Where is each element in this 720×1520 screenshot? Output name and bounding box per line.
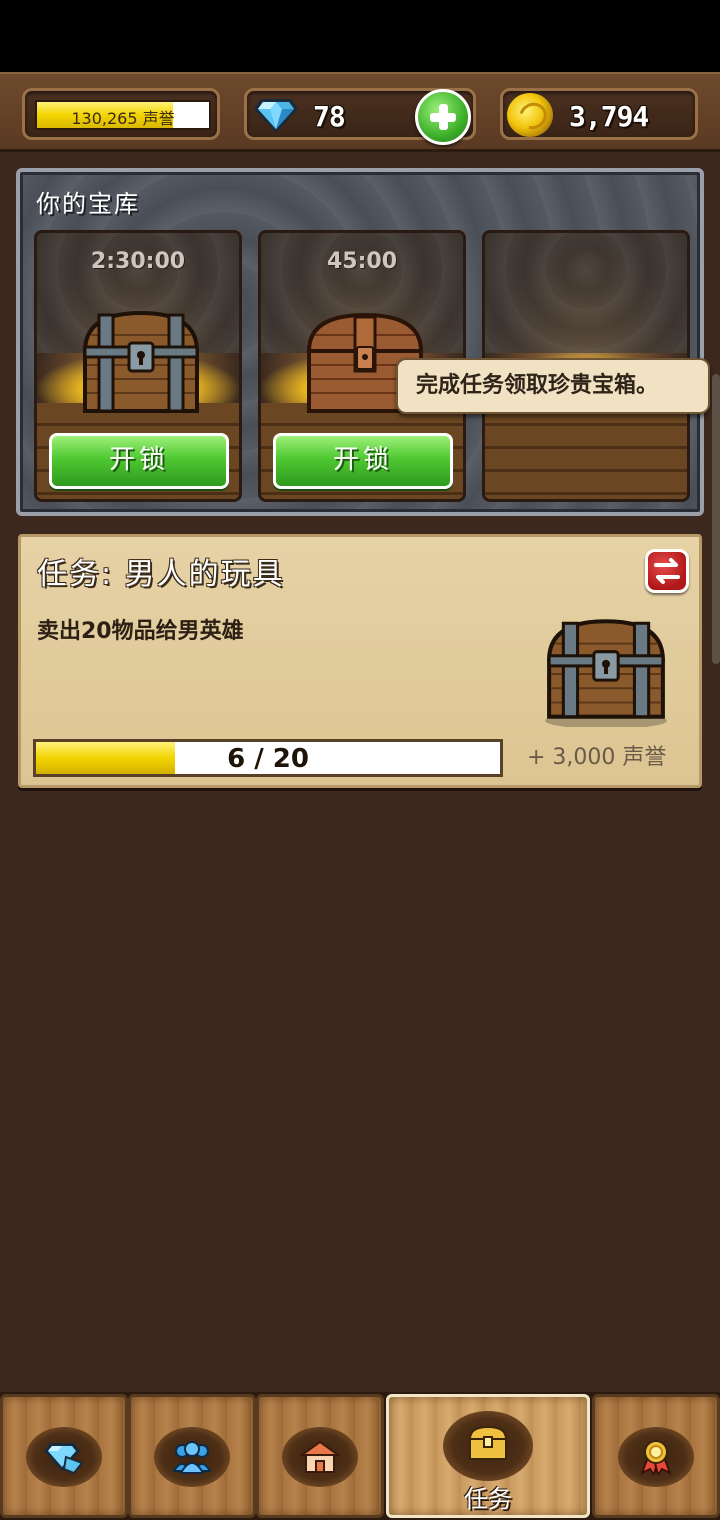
resource-bar: 130,265 声誉 78 3,794 bbox=[0, 72, 720, 152]
iron-chest-icon bbox=[82, 310, 200, 413]
chest-icon bbox=[468, 1425, 508, 1460]
vault-panel: 你的宝库 2:30:00 开锁 45:00 开锁 bbox=[16, 168, 704, 516]
hint-tooltip: 完成任务领取珍贵宝箱。 bbox=[396, 358, 710, 414]
quest-progress-text: 6 / 20 bbox=[227, 744, 309, 774]
chest-timer: 2:30:00 bbox=[90, 249, 186, 274]
scroll-indicator bbox=[712, 374, 720, 664]
vault-title: 你的宝库 bbox=[36, 190, 140, 218]
medal-icon bbox=[640, 1440, 672, 1475]
swap-icon bbox=[654, 558, 680, 584]
quest-progress-bar: 6 / 20 bbox=[33, 739, 503, 777]
chest-timer: 45:00 bbox=[326, 249, 398, 274]
tab-gems[interactable] bbox=[0, 1394, 128, 1518]
diamond-icon bbox=[254, 99, 298, 133]
reputation-bar: 130,265 声誉 bbox=[35, 100, 211, 130]
chest-slot-1[interactable]: 2:30:00 开锁 bbox=[34, 230, 242, 502]
gold-coin-icon bbox=[507, 93, 553, 137]
shop-icon bbox=[300, 1440, 340, 1473]
reputation-meter: 130,265 声誉 bbox=[22, 88, 220, 140]
reward-chest-icon bbox=[545, 619, 667, 727]
status-bar bbox=[0, 0, 720, 72]
tab-quests-label: 任务 bbox=[464, 1485, 512, 1513]
buy-gems-button[interactable] bbox=[415, 89, 471, 145]
reputation-text: 130,265 声誉 bbox=[71, 109, 175, 128]
people-icon bbox=[172, 1441, 212, 1474]
tab-quests[interactable]: 任务 bbox=[386, 1394, 590, 1518]
gold-counter: 3,794 bbox=[500, 88, 698, 140]
tab-achievements[interactable] bbox=[592, 1394, 720, 1518]
quest-card: 任务: 男人的玩具 卖出20物品给男英雄 6 / 20 + 3,000 声誉 bbox=[18, 534, 702, 788]
diamond-icon bbox=[44, 1443, 84, 1475]
gem-counter: 78 bbox=[244, 88, 476, 145]
tab-shop[interactable] bbox=[256, 1394, 384, 1518]
tab-heroes[interactable] bbox=[128, 1394, 256, 1518]
unlock-button[interactable]: 开锁 bbox=[49, 433, 229, 489]
gold-count: 3,794 bbox=[569, 100, 649, 133]
quest-reward: + 3,000 声誉 bbox=[527, 745, 667, 770]
quest-title: 任务: 男人的玩具 bbox=[37, 557, 285, 592]
quest-description: 卖出20物品给男英雄 bbox=[37, 619, 244, 644]
swap-quest-button[interactable] bbox=[645, 549, 689, 593]
bottom-nav: 任务 bbox=[0, 1392, 720, 1520]
unlock-button[interactable]: 开锁 bbox=[273, 433, 453, 489]
gem-count: 78 bbox=[313, 100, 346, 133]
